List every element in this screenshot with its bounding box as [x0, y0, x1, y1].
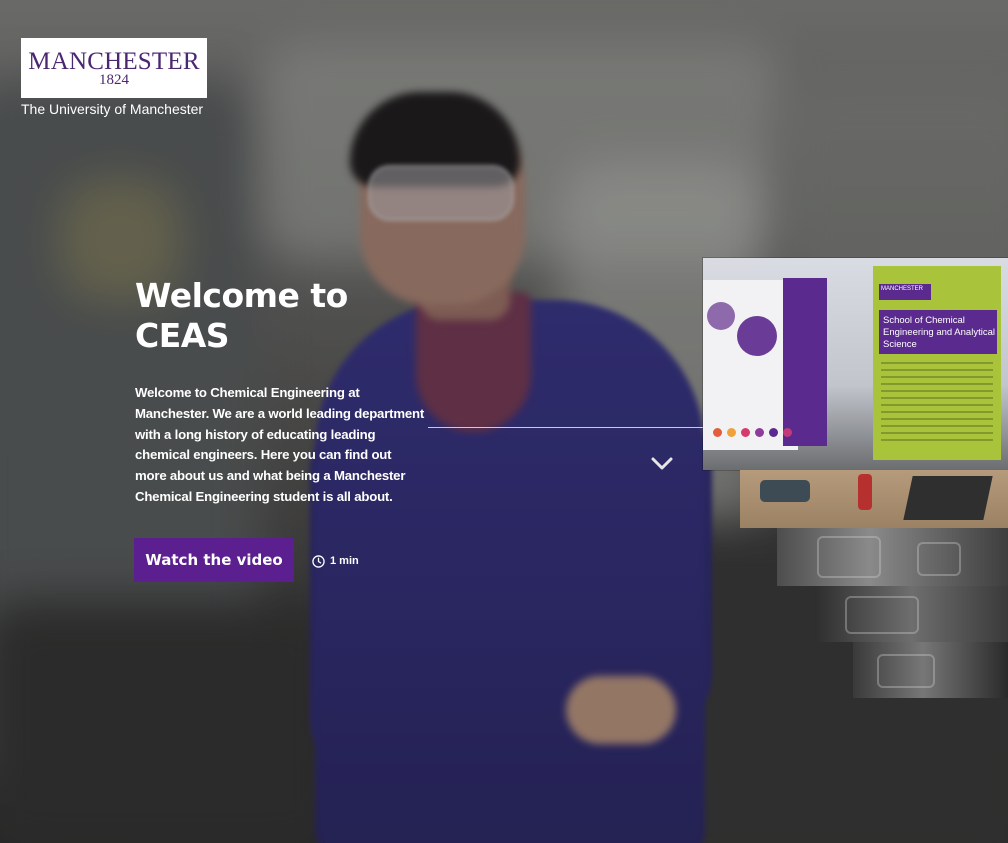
banner-purple [783, 278, 827, 446]
duration-label: 1 min [330, 555, 359, 567]
divider-line [428, 427, 720, 428]
color-dot [713, 428, 722, 437]
video-duration: 1 min [312, 551, 359, 571]
color-dot [755, 428, 764, 437]
gallery-image-equipment-2[interactable] [815, 586, 1008, 642]
clock-icon [312, 554, 325, 568]
title-line-1: Welcome to [135, 276, 348, 315]
title-line-2: CEAS [135, 316, 230, 355]
gallery-image-equipment-3[interactable] [853, 642, 1008, 698]
watch-video-button[interactable]: Watch the video [134, 538, 294, 582]
gallery-image-desk[interactable] [740, 470, 1008, 528]
university-name: The University of Manchester [21, 101, 204, 117]
color-dots [713, 428, 792, 437]
color-dot [783, 428, 792, 437]
page-title: Welcome to CEAS [135, 276, 435, 356]
color-dot [741, 428, 750, 437]
university-logo[interactable]: MANCHESTER 1824 [21, 38, 207, 98]
banner-title: School of Chemical Engineering and Analy… [883, 315, 995, 350]
gallery-image-banners[interactable]: MANCHESTER School of Chemical Engineerin… [703, 258, 1008, 470]
gallery-image-equipment-1[interactable] [777, 528, 1008, 586]
color-dot [727, 428, 736, 437]
page: MANCHESTER 1824 The University of Manche… [0, 0, 1008, 843]
banner-logo-text: MANCHESTER [881, 286, 924, 292]
intro-text: Welcome to Chemical Engineering at Manch… [135, 385, 425, 504]
chevron-down-icon[interactable] [650, 455, 674, 473]
logo-year: 1824 [99, 72, 129, 88]
color-dot [769, 428, 778, 437]
